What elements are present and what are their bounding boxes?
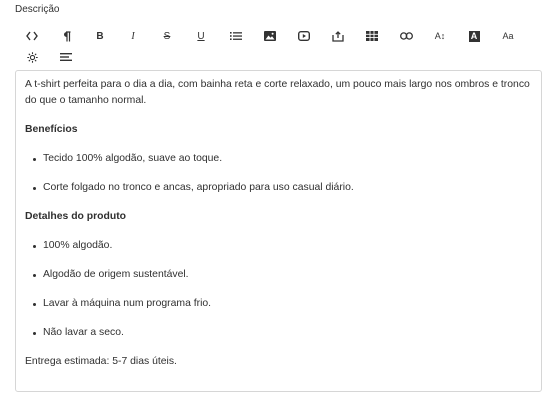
font-case-icon: Aa (502, 31, 514, 41)
image-button[interactable] (259, 27, 281, 45)
text-color-button[interactable]: A (463, 27, 485, 45)
font-case-button[interactable]: Aa (497, 27, 519, 45)
video-icon (298, 31, 310, 41)
strikethrough-icon: S (163, 30, 171, 42)
bold-button[interactable]: B (89, 27, 111, 45)
font-size-icon: A↕ (434, 31, 446, 41)
intro-paragraph: A t-shirt perfeita para o dia a dia, com… (25, 79, 530, 106)
details-list: 100% algodão. Algodão de origem sustentá… (25, 238, 532, 341)
list-icon (230, 32, 242, 40)
benefits-list: Tecido 100% algodão, suave ao toque. Cor… (25, 151, 532, 196)
strikethrough-button[interactable]: S (156, 27, 178, 45)
sun-icon (26, 51, 38, 63)
align-left-icon (60, 53, 72, 61)
table-icon (366, 31, 378, 41)
rich-text-editor[interactable]: A t-shirt perfeita para o dia a dia, com… (15, 70, 542, 392)
italic-button[interactable]: I (122, 27, 144, 45)
underline-button[interactable]: U (190, 27, 212, 45)
editor-toolbar: B I S U A↕ A Aa (15, 24, 555, 68)
code-icon (26, 31, 38, 41)
delivery-note: Entrega estimada: 5-7 dias úteis. (25, 356, 177, 367)
embed-button[interactable] (327, 27, 349, 45)
field-label: Descrição (15, 4, 60, 15)
details-heading: Detalhes do produto (25, 211, 127, 222)
italic-icon: I (131, 30, 135, 42)
font-size-button[interactable]: A↕ (429, 27, 451, 45)
text-color-icon: A (468, 30, 480, 42)
bullet-list-button[interactable] (225, 27, 247, 45)
code-view-button[interactable] (21, 27, 43, 45)
paragraph-button[interactable] (55, 27, 77, 45)
link-icon (399, 32, 413, 40)
list-item: Lavar à máquina num programa frio. (25, 296, 532, 312)
description-field: Descrição B I S U A↕ A Aa A t-shirt perf… (0, 0, 557, 400)
highlight-button[interactable] (21, 48, 43, 66)
embed-icon (332, 30, 344, 42)
bold-icon: B (96, 30, 104, 42)
table-button[interactable] (361, 27, 383, 45)
align-button[interactable] (55, 48, 77, 66)
underline-icon: U (197, 30, 205, 42)
list-item: 100% algodão. (25, 238, 532, 254)
list-item: Corte folgado no tronco e ancas, apropri… (25, 180, 532, 196)
link-button[interactable] (395, 27, 417, 45)
list-item: Algodão de origem sustentável. (25, 267, 532, 283)
list-item: Não lavar a seco. (25, 325, 532, 341)
image-icon (264, 31, 276, 41)
list-item: Tecido 100% algodão, suave ao toque. (25, 151, 532, 167)
video-button[interactable] (293, 27, 315, 45)
benefits-heading: Benefícios (25, 124, 78, 135)
paragraph-icon (63, 30, 70, 41)
